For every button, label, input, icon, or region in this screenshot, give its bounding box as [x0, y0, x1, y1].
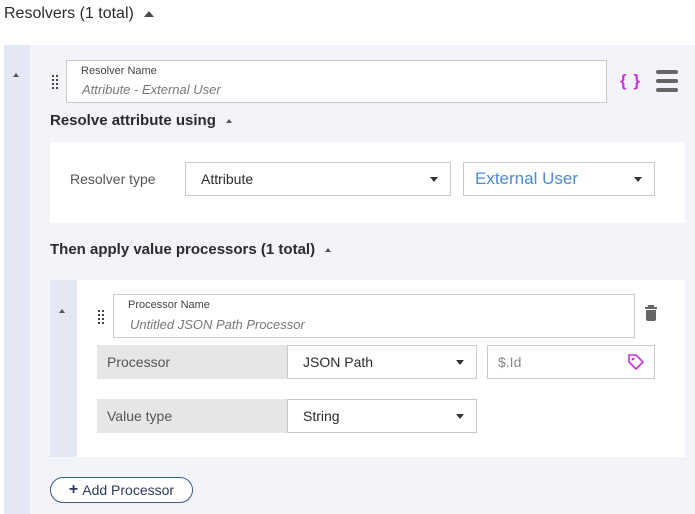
resolver-type-label: Resolver type: [70, 171, 156, 187]
resolve-card: Resolver type Attribute External User: [50, 142, 685, 223]
resolve-section-title: Resolve attribute using: [50, 112, 216, 129]
hamburger-menu-icon[interactable]: [656, 70, 678, 94]
collapse-resolve-icon[interactable]: [225, 118, 232, 123]
processor-type-value: JSON Path: [303, 354, 374, 370]
processor-card: Processor Name Untitled JSON Path Proces…: [50, 280, 685, 457]
value-type-value: String: [303, 408, 340, 424]
processor-name-field[interactable]: Processor Name Untitled JSON Path Proces…: [113, 294, 635, 338]
chevron-down-icon: [456, 359, 464, 365]
processors-section-header[interactable]: Then apply value processors (1 total): [50, 241, 332, 258]
processor-name-value: Untitled JSON Path Processor: [130, 317, 305, 332]
collapse-resolver-icon[interactable]: [13, 73, 19, 77]
attribute-value: External User: [475, 169, 578, 188]
resolvers-title: Resolvers (1 total): [4, 5, 134, 22]
processor-name-label: Processor Name: [128, 299, 210, 311]
attribute-select[interactable]: External User: [463, 162, 655, 196]
drag-handle-icon[interactable]: [51, 74, 59, 90]
value-type-select[interactable]: String: [287, 399, 477, 433]
chevron-down-icon: [456, 413, 464, 419]
drag-handle-icon[interactable]: [97, 309, 105, 325]
resolve-section-header[interactable]: Resolve attribute using: [50, 112, 232, 129]
chevron-down-icon: [634, 176, 642, 182]
resolver-type-value: Attribute: [201, 171, 254, 187]
collapse-processors-icon[interactable]: [325, 247, 332, 252]
processors-section-title: Then apply value processors (1 total): [50, 241, 316, 258]
collapse-processor-icon[interactable]: [59, 309, 65, 313]
resolver-name-field[interactable]: Resolver Name Attribute - External User: [66, 60, 607, 103]
tag-icon[interactable]: [626, 352, 646, 372]
value-type-label: Value type: [97, 399, 287, 433]
processor-type-select[interactable]: JSON Path: [287, 345, 477, 379]
json-path-placeholder: $.Id: [498, 354, 522, 370]
trash-icon[interactable]: [645, 305, 657, 321]
resolver-type-select[interactable]: Attribute: [185, 162, 451, 196]
processor-side-strip[interactable]: [50, 280, 77, 457]
collapse-resolvers-icon[interactable]: [143, 11, 154, 17]
braces-icon[interactable]: { }: [620, 71, 641, 91]
resolver-name-value: Attribute - External User: [82, 82, 221, 97]
processor-label: Processor: [97, 345, 287, 379]
plus-icon: +: [68, 481, 79, 498]
resolver-name-label: Resolver Name: [81, 65, 157, 77]
add-processor-label: Add Processor: [82, 482, 175, 498]
chevron-down-icon: [430, 176, 438, 182]
resolver-side-strip[interactable]: [4, 45, 30, 514]
json-path-input[interactable]: $.Id: [487, 345, 655, 379]
resolvers-header[interactable]: Resolvers (1 total): [4, 5, 154, 23]
add-processor-button[interactable]: + Add Processor: [50, 477, 193, 503]
